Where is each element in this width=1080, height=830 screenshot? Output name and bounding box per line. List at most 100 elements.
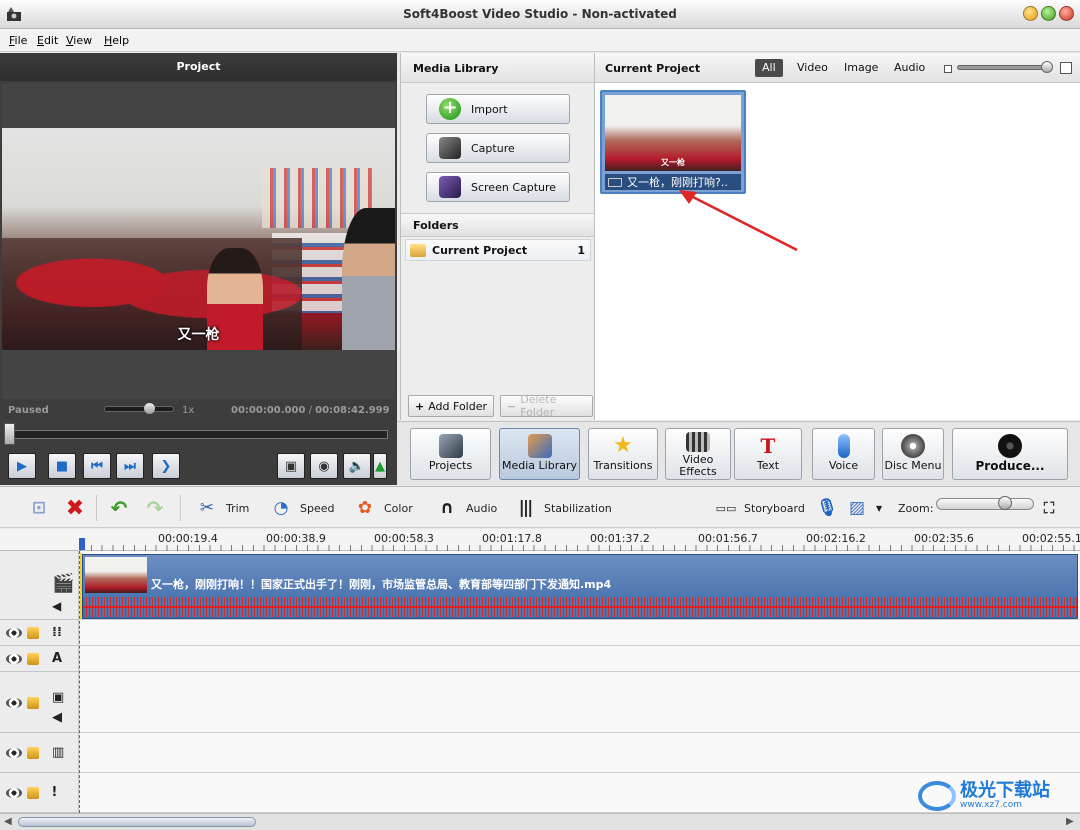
text-track[interactable] xyxy=(80,646,1080,672)
lock-icon[interactable] xyxy=(27,627,39,639)
audio-button[interactable]: ∩ Audio xyxy=(436,487,497,529)
filter-all[interactable]: All xyxy=(755,59,783,77)
volume-slider[interactable] xyxy=(104,406,174,412)
fit-timeline-button[interactable]: ⛶ xyxy=(1038,487,1068,529)
filter-audio[interactable]: Audio xyxy=(887,59,932,77)
undo-button[interactable]: ↶ xyxy=(108,487,138,529)
speed-button[interactable]: ◔ Speed xyxy=(270,487,335,529)
menu-help[interactable]: Help xyxy=(104,34,129,47)
voice-button[interactable]: Voice xyxy=(812,428,875,480)
snapshot-button[interactable]: ◉ xyxy=(310,453,338,479)
lock-icon[interactable] xyxy=(27,787,39,799)
text-button[interactable]: T Text xyxy=(734,428,802,480)
close-button[interactable] xyxy=(1059,6,1074,21)
lock-icon[interactable] xyxy=(27,697,39,709)
seek-bar[interactable] xyxy=(6,430,388,439)
capture-label: Capture xyxy=(471,141,515,155)
ruler-tick: 00:00:58.3 xyxy=(374,532,434,545)
storyboard-label: Storyboard xyxy=(744,501,805,515)
filter-image[interactable]: Image xyxy=(837,59,885,77)
timeline-toolbar: ⊡ ✖ ↶ ↷ ✂ Trim ◔ Speed ✿ Color ∩ Audio ||| St… xyxy=(0,486,1080,528)
menu-edit[interactable]: Edit xyxy=(37,34,58,47)
capture-button[interactable]: Capture xyxy=(426,133,570,163)
eye-icon[interactable] xyxy=(6,748,22,758)
media-library-button[interactable]: Media Library xyxy=(499,428,580,480)
folder-item-current-project[interactable]: Current Project 1 xyxy=(405,239,591,261)
playhead-handle[interactable] xyxy=(79,538,85,550)
menu-view[interactable]: View xyxy=(66,34,92,47)
menu-file[interactable]: File xyxy=(9,34,27,47)
delete-button[interactable]: ✖ xyxy=(64,487,94,529)
speaker-icon[interactable]: ◀ xyxy=(52,710,62,725)
screen-capture-button[interactable]: Screen Capture xyxy=(426,172,570,202)
maximize-button[interactable] xyxy=(1041,6,1056,21)
redo-button[interactable]: ↷ xyxy=(144,487,174,529)
expand-button[interactable]: ▲ xyxy=(373,453,387,479)
next-frame-button[interactable]: ⏭ xyxy=(116,453,144,479)
playback-status-row: Paused 1x 00:00:00.000 / 00:08:42.999 xyxy=(0,403,397,419)
eye-icon[interactable] xyxy=(6,788,22,798)
import-button[interactable]: + Import xyxy=(426,94,570,124)
scrollbar-thumb[interactable] xyxy=(18,817,256,827)
stop-button[interactable]: ■ xyxy=(48,453,76,479)
filter-video[interactable]: Video xyxy=(790,59,835,77)
thumb-size-knob[interactable] xyxy=(1041,61,1053,73)
play-button[interactable]: ▶ xyxy=(8,453,36,479)
split-button[interactable]: ⊡ xyxy=(28,487,58,529)
mute-button[interactable]: 🔈 xyxy=(343,453,371,479)
storyboard-toggle[interactable]: ▭▭ Storyboard xyxy=(716,487,805,529)
scroll-right-icon[interactable]: ▶ xyxy=(1066,816,1074,827)
seek-knob[interactable] xyxy=(4,423,15,445)
previous-frame-button[interactable]: ⏮ xyxy=(83,453,111,479)
microphone-icon: 🎙 xyxy=(816,498,838,518)
eye-icon[interactable] xyxy=(6,628,22,638)
record-voice-button[interactable]: 🎙 xyxy=(816,487,846,529)
stabilization-label: Stabilization xyxy=(544,501,612,515)
video-effects-button[interactable]: Video Effects xyxy=(665,428,731,480)
headphones-icon: ∩ xyxy=(440,498,454,518)
audio-track[interactable] xyxy=(80,733,1080,773)
audio-track-header: ▥ xyxy=(0,733,79,773)
video-frame[interactable]: 又一枪 xyxy=(2,128,395,350)
speedometer-icon: ◔ xyxy=(273,498,289,518)
produce-button[interactable]: Produce... xyxy=(952,428,1068,480)
plus-icon: + xyxy=(439,98,461,120)
color-button[interactable]: ✿ Color xyxy=(354,487,413,529)
folder-count: 1 xyxy=(577,243,585,257)
overlay-track[interactable] xyxy=(80,672,1080,733)
lock-icon[interactable] xyxy=(27,747,39,759)
minimize-button[interactable] xyxy=(1023,6,1038,21)
thumb-size-slider[interactable] xyxy=(957,65,1047,70)
delete-folder-button[interactable]: − Delete Folder xyxy=(500,393,593,419)
scroll-left-icon[interactable]: ◀ xyxy=(4,816,12,827)
eye-icon[interactable] xyxy=(6,654,22,664)
effects-track[interactable] xyxy=(80,620,1080,646)
disc-icon xyxy=(901,434,925,458)
trim-button[interactable]: ✂ Trim xyxy=(196,487,250,529)
timeline-scrollbar[interactable]: ◀ ▶ xyxy=(0,813,1080,830)
forward-button[interactable]: ❯ xyxy=(152,453,180,479)
edit-dropdown-button[interactable]: ▨ ▼ xyxy=(846,487,882,529)
overlay-icon: ▣ xyxy=(52,690,65,705)
media-item[interactable]: 又一枪 又一枪，刚刚打响?.. xyxy=(600,90,746,194)
screen-capture-label: Screen Capture xyxy=(471,180,557,194)
eye-icon[interactable] xyxy=(6,698,22,708)
video-clip[interactable]: 又一枪，刚刚打响！！国家正式出手了！刚刚，市场监管总局、教育部等四部门下发通知.… xyxy=(82,554,1078,619)
disc-menu-button[interactable]: Disc Menu xyxy=(882,428,944,480)
volume-knob[interactable] xyxy=(144,403,155,414)
speaker-icon[interactable]: ◀ xyxy=(52,599,61,613)
timeline-zoom-knob[interactable] xyxy=(998,496,1012,510)
transitions-button[interactable]: ★ Transitions xyxy=(588,428,658,480)
ruler-tick: 00:00:38.9 xyxy=(266,532,326,545)
projects-button[interactable]: Projects xyxy=(410,428,491,480)
color-label: Color xyxy=(384,501,413,515)
lock-icon[interactable] xyxy=(27,653,39,665)
timeline-zoom-slider[interactable] xyxy=(936,498,1034,510)
stabilization-button[interactable]: ||| Stabilization xyxy=(514,487,612,529)
fullscreen-button[interactable]: ▣ xyxy=(277,453,305,479)
timeline-ruler[interactable]: 00:00:19.4 00:00:38.9 00:00:58.3 00:01:1… xyxy=(0,529,1080,551)
add-folder-button[interactable]: + Add Folder xyxy=(408,395,495,417)
zoom-label: Zoom: xyxy=(898,501,934,515)
play-icon: ▶ xyxy=(17,458,27,474)
watermark-url: www.xz7.com xyxy=(960,800,1022,810)
